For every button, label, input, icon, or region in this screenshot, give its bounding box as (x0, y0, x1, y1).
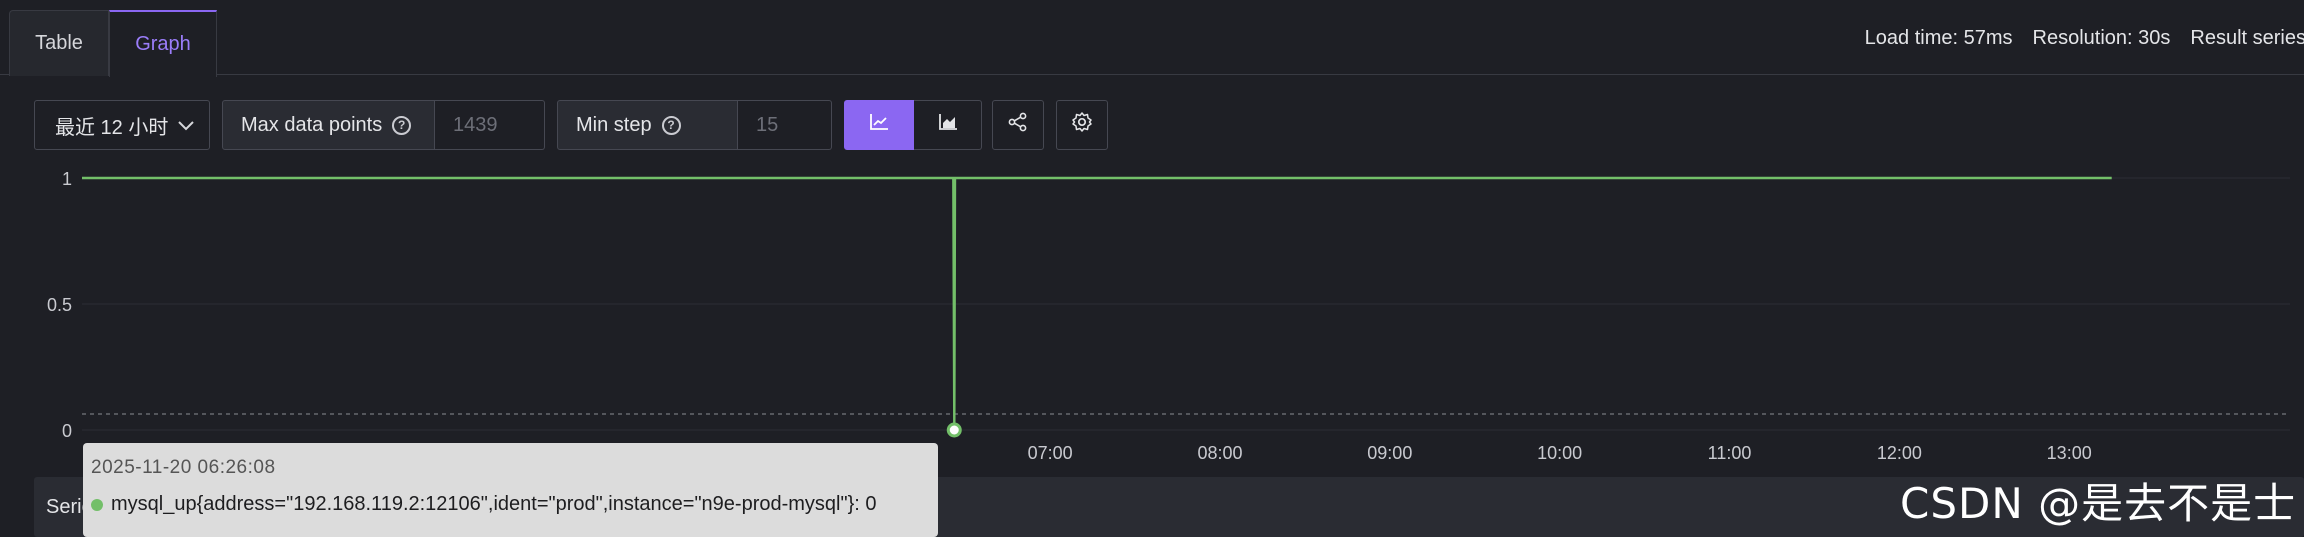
tooltip-time: 2025-11-20 06:26:08 (91, 457, 276, 478)
line-chart-icon (869, 113, 889, 137)
x-tick-label: 13:00 (2047, 443, 2092, 460)
tab-graph[interactable]: Graph (109, 10, 217, 77)
max-data-points-input[interactable]: 1439 (435, 100, 545, 150)
min-step-input[interactable]: 15 (738, 100, 832, 150)
y-tick-label: 0 (62, 421, 72, 441)
x-tick-label: 07:00 (1028, 443, 1073, 460)
y-tick-label: 0.5 (47, 295, 72, 315)
x-tick-label: 10:00 (1537, 443, 1582, 460)
y-tick-label: 1 (62, 169, 72, 189)
hover-point-marker (946, 422, 962, 438)
time-series-chart[interactable]: 10.5002:0003:0004:0005:0006:0007:0008:00… (0, 160, 2304, 460)
watermark: CSDN @是去不是士 (1900, 479, 2297, 528)
max-data-points-label-box: Max data points ? (222, 100, 435, 150)
max-data-points-label: Max data points (241, 113, 383, 136)
tooltip-series-text: mysql_up{address="192.168.119.2:12106",i… (111, 493, 877, 515)
tooltip-series-row: mysql_up{address="192.168.119.2:12106",i… (91, 493, 930, 516)
x-tick-label: 09:00 (1367, 443, 1412, 460)
query-stats: Load time: 57ms Resolution: 30s Result s… (1865, 27, 2304, 50)
x-tick-label: 11:00 (1708, 443, 1752, 460)
min-step-label: Min step (576, 113, 652, 136)
line-chart-button[interactable] (844, 100, 914, 150)
tab-table[interactable]: Table (9, 10, 109, 76)
x-tick-label: 08:00 (1197, 443, 1242, 460)
chart-canvas: 10.5002:0003:0004:0005:0006:0007:0008:00… (47, 169, 2290, 460)
min-step-label-box: Min step ? (557, 100, 738, 150)
share-icon (1008, 112, 1028, 138)
x-tick-label: 12:00 (1877, 443, 1922, 460)
result-series-text: Result series (2190, 27, 2304, 49)
help-icon[interactable]: ? (661, 115, 681, 135)
help-icon[interactable]: ? (392, 115, 412, 135)
area-chart-button[interactable] (914, 100, 982, 150)
gear-icon (1071, 111, 1093, 139)
resolution-text: Resolution: 30s (2032, 27, 2171, 49)
chevron-down-icon (178, 114, 195, 137)
area-chart-icon (938, 113, 958, 137)
result-tabs: Table Graph Load time: 57ms Resolution: … (0, 0, 2304, 77)
time-range-select[interactable]: 最近 12 小时 (34, 100, 210, 150)
settings-button[interactable] (1056, 100, 1108, 150)
chart-tooltip: 2025-11-20 06:26:08 mysql_up{address="19… (83, 443, 938, 537)
share-button[interactable] (992, 100, 1044, 150)
load-time-text: Load time: 57ms (1864, 27, 2013, 49)
query-result-panel: Table Graph Load time: 57ms Resolution: … (0, 0, 2304, 537)
time-range-label: 最近 12 小时 (55, 116, 169, 139)
series-color-dot (91, 498, 103, 511)
